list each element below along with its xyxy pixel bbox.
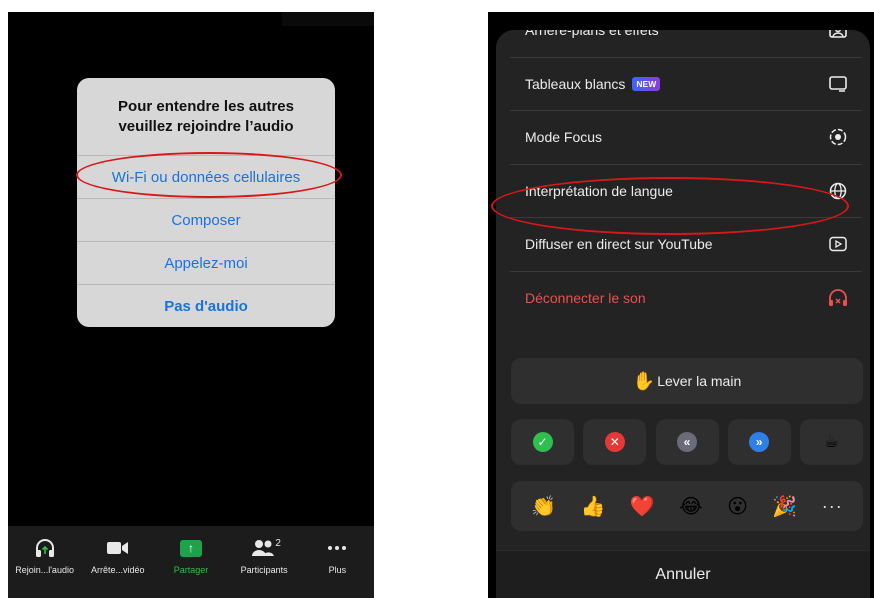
thumbs-up-icon[interactable]: 👍 [581, 494, 606, 519]
coffee-button[interactable]: ☕ [800, 419, 863, 465]
headphones-icon [34, 536, 56, 560]
slower-button[interactable]: « [655, 419, 719, 465]
no-audio-button[interactable]: Pas d'audio [77, 284, 335, 327]
menu-item-label: Diffuser en direct sur YouTube [525, 236, 713, 253]
menu-item-focus-mode[interactable]: Mode Focus [510, 111, 862, 165]
meeting-toolbar: Rejoin...l'audio Arrête...vidéo ↑ Partag… [8, 526, 374, 598]
faster-button[interactable]: » [727, 419, 791, 465]
left-phone-screen: Pour entendre les autres veuillez rejoin… [8, 12, 374, 598]
more-icon [327, 536, 347, 560]
screenshot-stage: Pour entendre les autres veuillez rejoin… [0, 0, 874, 598]
yes-button[interactable]: ✓ [511, 419, 574, 465]
emoji-reactions: 👏 👍 ❤️ 😂 😮 🎉 ··· [511, 481, 863, 531]
menu-item-disconnect-audio[interactable]: Déconnecter le son [510, 272, 862, 326]
menu-item-backgrounds[interactable]: Arrière-plans et effets [510, 30, 862, 58]
menu-item-label: Arrière-plans et effets [525, 30, 659, 39]
more-menu-sheet: Arrière-plans et effets Tableaux blancs … [496, 30, 870, 598]
tears-of-joy-icon[interactable]: 😂 [679, 494, 702, 519]
party-popper-icon[interactable]: 🎉 [772, 494, 797, 519]
raised-hand-icon: ✋ [632, 370, 656, 391]
raise-hand-label: Lever la main [657, 373, 742, 389]
menu-list: Arrière-plans et effets Tableaux blancs … [510, 30, 862, 325]
menu-item-label: Mode Focus [525, 129, 603, 146]
yes-icon: ✓ [532, 432, 553, 452]
join-audio-button[interactable]: Rejoin...l'audio [8, 536, 81, 575]
clapping-hands-icon[interactable]: 👏 [531, 494, 556, 519]
menu-item-youtube-live[interactable]: Diffuser en direct sur YouTube [510, 218, 862, 272]
join-audio-label: Rejoin...l'audio [15, 565, 74, 575]
surprised-face-icon[interactable]: 😮 [727, 494, 748, 519]
disconnect-audio-icon [828, 288, 848, 308]
new-badge: NEW [632, 76, 661, 91]
focus-mode-icon [828, 127, 848, 147]
stop-video-label: Arrête...vidéo [91, 565, 145, 575]
raise-hand-button[interactable]: ✋ Lever la main [511, 358, 863, 404]
more-button[interactable]: Plus [301, 536, 374, 575]
participants-button[interactable]: 2 Participants [228, 536, 301, 576]
join-audio-dialog: Pour entendre les autres veuillez rejoin… [77, 78, 335, 327]
stop-video-button[interactable]: Arrête...vidéo [81, 536, 154, 575]
menu-item-label: Tableaux blancs [525, 75, 626, 92]
globe-icon [828, 181, 848, 201]
whiteboard-icon [828, 74, 848, 94]
video-camera-icon [106, 536, 130, 560]
dialog-title: Pour entendre les autres veuillez rejoin… [118, 97, 294, 135]
wifi-cellular-button[interactable]: Wi-Fi ou données cellulaires [77, 155, 335, 198]
participants-icon: 2 [251, 536, 281, 560]
no-button[interactable]: ✕ [583, 419, 647, 465]
dial-in-button[interactable]: Composer [77, 198, 335, 241]
status-area [282, 12, 374, 26]
faster-icon: » [749, 432, 770, 452]
share-screen-icon: ↑ [179, 536, 202, 560]
more-emojis-icon[interactable]: ··· [822, 496, 843, 517]
slower-icon: « [677, 432, 697, 452]
share-label: Partager [173, 565, 209, 575]
participants-count: 2 [275, 537, 281, 549]
feedback-reactions: ✓ ✕ « » ☕ [511, 419, 863, 465]
no-icon: ✕ [604, 432, 625, 452]
coffee-icon: ☕ [823, 432, 840, 451]
live-stream-icon [828, 234, 848, 254]
right-phone-screen: Arrière-plans et effets Tableaux blancs … [488, 12, 874, 598]
heart-icon[interactable]: ❤️ [630, 494, 655, 519]
menu-item-label: Interprétation de langue [525, 182, 673, 199]
participants-label: Participants [240, 565, 288, 575]
share-button[interactable]: ↑ Partager [154, 536, 227, 575]
background-effects-icon [828, 30, 848, 40]
cancel-button[interactable]: Annuler [496, 550, 870, 598]
menu-item-language-interpretation[interactable]: Interprétation de langue [510, 165, 862, 218]
more-label: Plus [328, 565, 347, 575]
menu-item-whiteboards[interactable]: Tableaux blancs NEW [510, 58, 862, 111]
call-me-button[interactable]: Appelez-moi [77, 241, 335, 284]
menu-item-label: Déconnecter le son [525, 290, 646, 307]
